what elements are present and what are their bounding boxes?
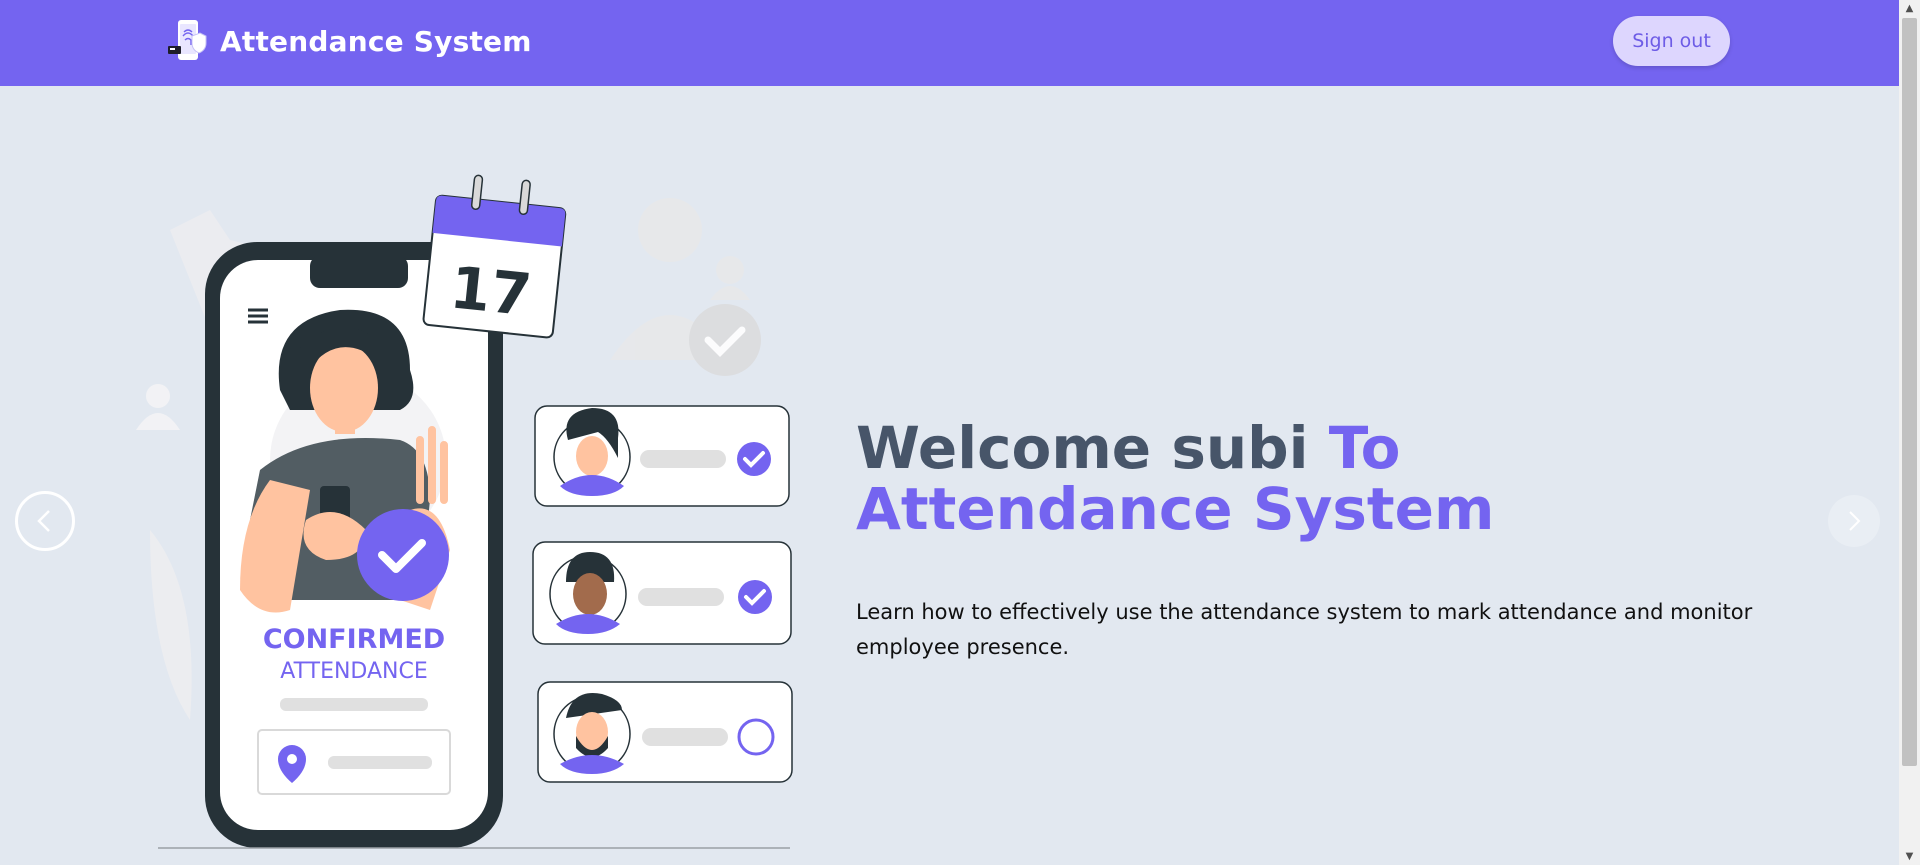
page-scrollbar[interactable]: ▲ ▼	[1899, 0, 1920, 865]
calendar-icon: 17	[422, 174, 567, 339]
attendee-card-1	[534, 405, 790, 507]
fingerprint-phone-icon	[168, 20, 207, 60]
attendance-label: ATTENDANCE	[280, 659, 428, 684]
welcome-greeting: Welcome subi	[856, 414, 1309, 482]
sign-out-button[interactable]: Sign out	[1613, 16, 1730, 66]
navbar: Attendance System Sign out	[0, 0, 1899, 86]
welcome-accent-system: Attendance System	[856, 475, 1495, 543]
attendee-card-3	[537, 681, 793, 783]
chevron-left-icon	[37, 510, 50, 532]
attendance-illustration: CONFIRMED ATTENDANCE 17	[136, 174, 793, 849]
scroll-up-arrow-icon[interactable]: ▲	[1899, 0, 1920, 17]
chevron-right-icon	[1849, 511, 1861, 531]
attendee-card-2	[532, 541, 792, 645]
brand[interactable]: Attendance System	[168, 18, 532, 64]
welcome-heading: Welcome subi To Attendance System	[856, 418, 1856, 540]
phone: CONFIRMED ATTENDANCE	[205, 242, 503, 848]
scroll-down-arrow-icon[interactable]: ▼	[1899, 848, 1920, 865]
calendar-day: 17	[447, 253, 534, 329]
welcome-section: Welcome subi To Attendance System Learn …	[856, 418, 1856, 665]
carousel-next-button[interactable]	[1828, 495, 1880, 547]
hero-carousel: CONFIRMED ATTENDANCE 17 Welcome subi To …	[0, 86, 1899, 865]
carousel-prev-button[interactable]	[15, 491, 75, 551]
welcome-accent-to: To	[1328, 414, 1401, 482]
welcome-description: Learn how to effectively use the attenda…	[856, 600, 1753, 659]
scroll-thumb[interactable]	[1902, 18, 1917, 766]
app-title: Attendance System	[220, 24, 532, 58]
confirmed-label: CONFIRMED	[263, 624, 445, 655]
